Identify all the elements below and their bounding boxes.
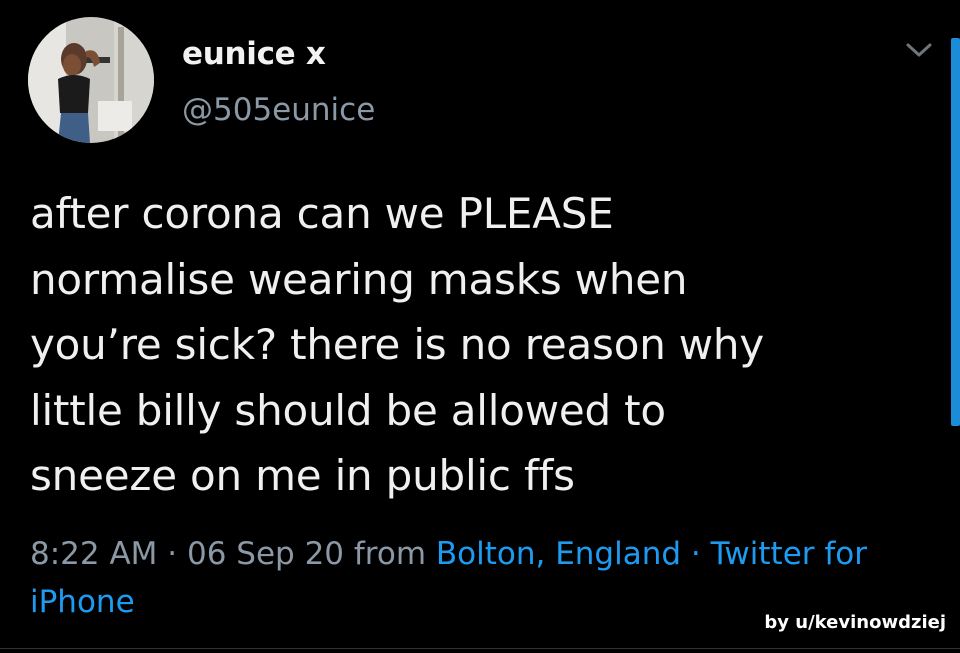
chevron-down-icon[interactable]	[904, 40, 934, 60]
display-name[interactable]: eunice x	[182, 36, 326, 72]
avatar-photo	[28, 17, 154, 143]
tweet-line: after corona can we PLEASE	[30, 189, 614, 238]
tweet-time[interactable]: 8:22 AM	[30, 536, 157, 572]
tweet-date[interactable]: 06 Sep 20	[187, 536, 344, 572]
meta-from: from	[344, 536, 436, 572]
tweet-text: after corona can we PLEASE normalise wea…	[30, 181, 910, 509]
location-link[interactable]: Bolton, England	[436, 536, 681, 572]
scrollbar[interactable]	[951, 38, 960, 426]
meta-separator-link: ·	[681, 536, 711, 572]
user-handle[interactable]: @505eunice	[182, 92, 375, 128]
tweet-line: normalise wearing masks when	[30, 254, 688, 304]
meta-separator: ·	[157, 536, 187, 572]
avatar[interactable]	[28, 17, 154, 143]
tweet-line: you’re sick? there is no reason why	[30, 320, 764, 369]
watermark-credit: by u/kevinowdziej	[764, 612, 946, 633]
divider	[0, 648, 960, 649]
tweet-line: little billy should be allowed to	[30, 385, 666, 435]
tweet-line: sneeze on me in public ffs	[30, 451, 575, 500]
